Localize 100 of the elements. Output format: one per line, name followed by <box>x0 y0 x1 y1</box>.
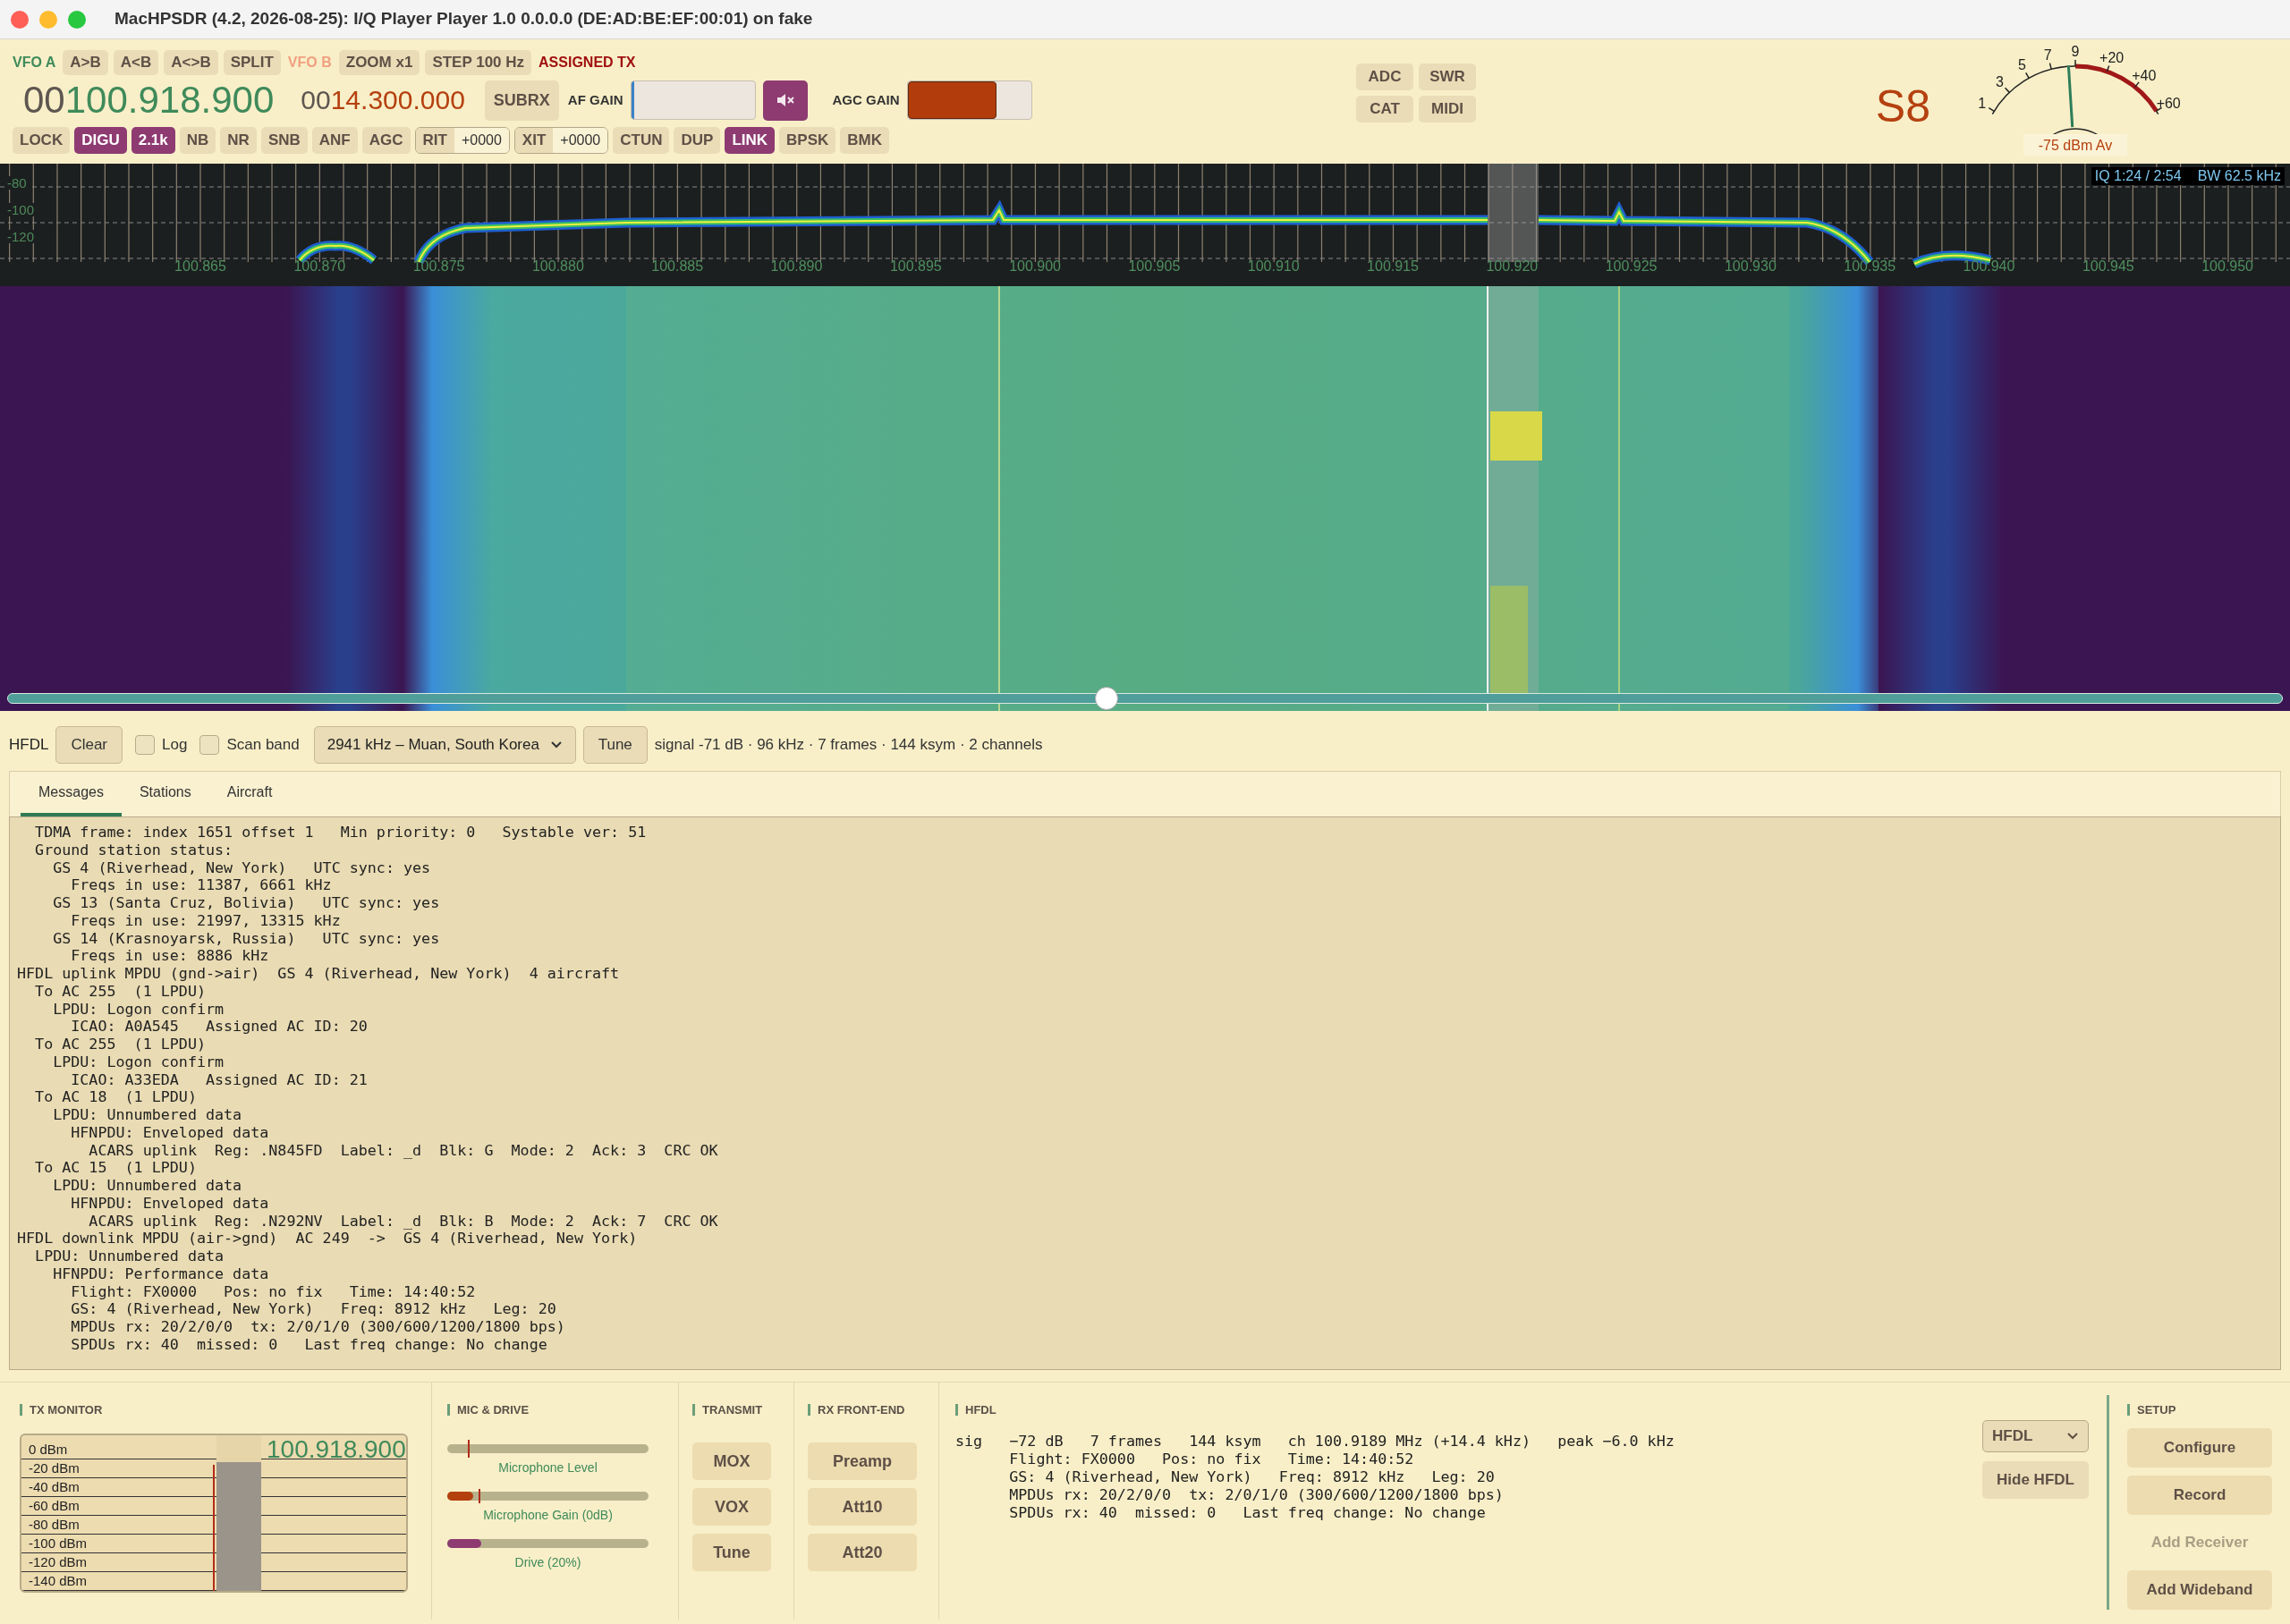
slider-label: Microphone Level <box>498 1461 598 1474</box>
hide-hfdl-button[interactable]: Hide HFDL <box>1982 1461 2089 1499</box>
toggle-button[interactable]: 2.1k <box>131 127 175 154</box>
frequency-label: 100.945 <box>2081 259 2135 274</box>
agc-gain-slider[interactable] <box>906 80 1032 120</box>
chevron-icon <box>549 740 563 749</box>
setup-button[interactable]: Add Wideband <box>2127 1570 2272 1610</box>
log-line: Freqs in use: 8886 kHz <box>70 947 269 965</box>
toggle-button[interactable]: ANF <box>311 127 358 154</box>
vfo-b-frequency: 14.300.000 <box>330 87 465 114</box>
front-panel-button[interactable]: MOX <box>692 1442 771 1480</box>
section-header: HFDL <box>955 1404 997 1416</box>
tab[interactable]: Aircraft <box>208 772 291 816</box>
log-line: GS 14 (Krasnoyarsk, Russia) UTC sync: yes <box>52 929 440 948</box>
status-button[interactable]: MIDI <box>1419 96 1476 123</box>
s-meter-reading: S8 <box>1875 84 1930 133</box>
checkbox-label: Scan band <box>226 734 300 755</box>
slider-track[interactable] <box>447 1440 649 1458</box>
section-header: RX FRONT-END <box>808 1404 905 1416</box>
log-line: HFDL uplink MPDU (gnd->air) GS 4 (Riverhead, New York) 4 aircraft <box>17 965 620 983</box>
toggle-button[interactable]: BPSK <box>779 127 836 154</box>
frequency-label: 100.870 <box>293 259 347 274</box>
window-title: MacHPSDR (4.2, 2026-08-25): I/Q Player Player 1.0 0.0.0.0 (DE:AD:BE:EF:00:01) on fake <box>114 8 813 30</box>
dropdown-value: HFDL <box>1992 1426 2033 1447</box>
view-button[interactable]: STEP 100 Hz <box>425 50 532 75</box>
frequency-label: 100.910 <box>1246 259 1301 274</box>
setup-button[interactable]: Configure <box>2127 1428 2272 1468</box>
hfdl-label: HFDL <box>9 734 49 755</box>
close-button[interactable] <box>11 10 29 29</box>
toggle-button[interactable]: AGC <box>361 127 411 154</box>
setup-button[interactable]: Record <box>2127 1476 2272 1515</box>
offset-control[interactable]: XIT +0000 <box>513 127 609 154</box>
log-line: MPDUs rx: 20/2/0/0 tx: 2/0/1/0 (300/600/1200/1800 bps) <box>70 1318 565 1336</box>
vfo-a-frequency: 100.918.900 <box>64 81 275 119</box>
chevron-icon <box>2066 1432 2079 1441</box>
peak-marker <box>479 1489 481 1503</box>
toggle-button[interactable]: DUP <box>674 127 721 154</box>
tune-button[interactable]: Tune <box>582 725 648 764</box>
hfdl-line: sig −72 dB 7 frames 144 ksym ch 100.9189 MHz (+14.4 kHz) peak −6.0 kHz <box>955 1432 1675 1450</box>
zoom-button[interactable] <box>68 10 86 29</box>
slider-label: Microphone Gain (0dB) <box>483 1509 613 1521</box>
vfo-button[interactable]: A<>B <box>164 50 218 75</box>
checkbox[interactable] <box>135 734 156 755</box>
scale-label: 5 <box>2017 57 2026 73</box>
status-button[interactable]: CAT <box>1356 96 1413 123</box>
toggle-button[interactable]: LINK <box>725 127 776 154</box>
vfo-button[interactable]: SPLIT <box>223 50 281 75</box>
checkbox-label: Log <box>162 734 188 755</box>
waterfall-slider[interactable] <box>7 687 2283 710</box>
log-line: ACARS uplink Reg: .N292NV Label: _d Blk: B Mode: 2 Ack: 7 CRC OK <box>88 1212 718 1231</box>
frequency-label: 100.885 <box>650 259 705 274</box>
slider-track[interactable] <box>447 1487 649 1505</box>
frequency-label: 100.890 <box>769 259 824 274</box>
toggle-button[interactable]: NR <box>220 127 257 154</box>
toggle-button[interactable]: SNB <box>260 127 308 154</box>
hfdl-line: Flight: FX0000 Pos: no fix Time: 14:40:52 <box>1008 1450 1414 1468</box>
mode-dropdown[interactable]: HFDL <box>1982 1420 2089 1452</box>
log-line: To AC 18 (1 LPDU) <box>34 1088 197 1106</box>
vfo-button[interactable]: A<B <box>113 50 159 75</box>
front-panel-button[interactable]: Tune <box>692 1534 771 1571</box>
front-panel-button[interactable]: Preamp <box>808 1442 917 1480</box>
log-line: HFNPDU: Performance data <box>52 1265 269 1283</box>
minimize-button[interactable] <box>39 10 57 29</box>
frequency-label: 100.895 <box>888 259 943 274</box>
station-dropdown[interactable]: 2941 kHz – Muan, South Korea <box>313 725 576 764</box>
front-panel-button[interactable]: VOX <box>692 1488 771 1526</box>
checkbox[interactable] <box>199 734 220 755</box>
log-line: LPDU: Logon confirm <box>52 1053 225 1071</box>
scale-label: 1 <box>1978 95 1987 111</box>
af-gain-label: AF GAIN <box>567 90 623 109</box>
mute-button[interactable] <box>762 80 808 121</box>
section-header: TRANSMIT <box>692 1404 763 1416</box>
bandwidth-label: BW 62.5 kHz <box>2184 167 2285 185</box>
toggle-button[interactable]: LOCK <box>13 127 71 154</box>
frequency-label: 100.915 <box>1366 259 1420 274</box>
scale-label: -20 dBm <box>21 1459 406 1478</box>
front-panel-button[interactable]: Att10 <box>808 1488 917 1526</box>
toggle-button[interactable]: DIGU <box>74 127 127 154</box>
passband-marker[interactable] <box>1488 164 1539 262</box>
offset-control[interactable]: RIT +0000 <box>414 127 510 154</box>
tab[interactable]: Stations <box>121 772 209 816</box>
status-button[interactable]: ADC <box>1356 63 1413 90</box>
vfo-b-label: VFO B <box>287 54 332 72</box>
average-reading: -75 dBm Av <box>2023 134 2127 156</box>
offset-value: +0000 <box>454 128 509 153</box>
front-panel-button[interactable]: Att20 <box>808 1534 917 1571</box>
clear-button[interactable]: Clear <box>55 725 123 764</box>
status-button[interactable]: SWR <box>1419 63 1476 90</box>
frequency-label: 100.875 <box>411 259 466 274</box>
log-line: To AC 15 (1 LPDU) <box>34 1159 197 1177</box>
toggle-button[interactable]: BMK <box>840 127 889 154</box>
af-gain-slider[interactable] <box>630 80 756 120</box>
subrx-button[interactable]: SUBRX <box>484 80 559 121</box>
tx-frequency: 100.918.900 <box>267 1437 406 1462</box>
frequency-label: 100.940 <box>1962 259 2016 274</box>
toggle-button[interactable]: CTUN <box>613 127 670 154</box>
view-button[interactable]: ZOOM x1 <box>338 50 420 75</box>
toggle-button[interactable]: NB <box>179 127 216 154</box>
log-line: LPDU: Unnumbered data <box>52 1177 242 1195</box>
vfo-button[interactable]: A>B <box>63 50 108 75</box>
